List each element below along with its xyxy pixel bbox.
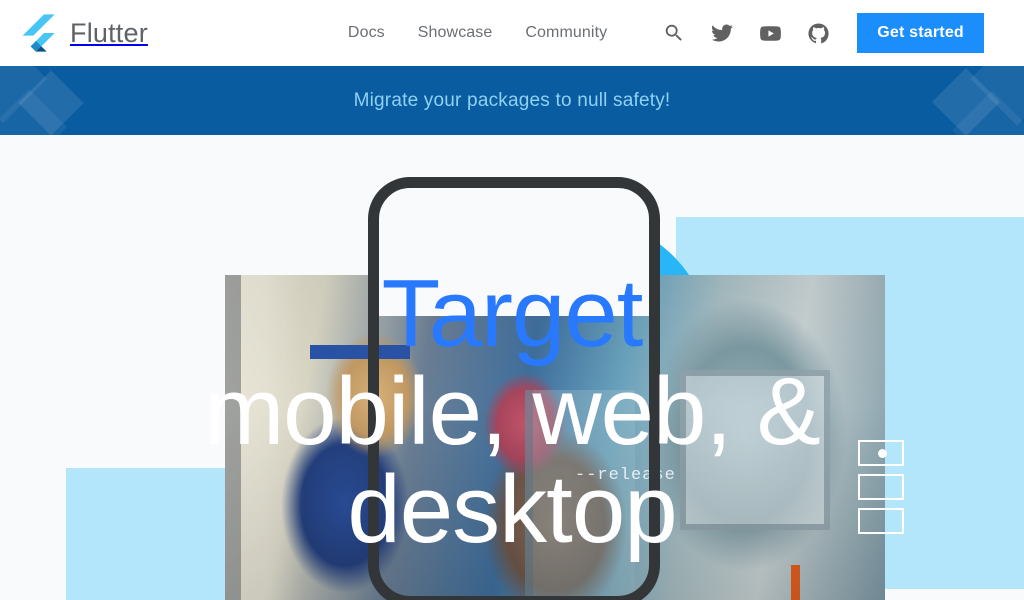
hero-ui-box-dot [878, 449, 887, 458]
get-started-button[interactable]: Get started [857, 13, 984, 53]
site-header: Flutter Docs Showcase Community Get star… [0, 0, 1024, 66]
hero-section: --release Target mobile, web, & desktop [0, 135, 1024, 600]
nav-item-docs[interactable]: Docs [348, 24, 385, 42]
hero-ui-box-3 [858, 508, 904, 534]
flutter-logo-icon [20, 13, 60, 53]
banner-link[interactable]: Migrate your packages to null safety! [354, 90, 671, 112]
header-icon-group [661, 20, 831, 46]
primary-nav: Docs Showcase Community [348, 24, 607, 42]
announcement-banner[interactable]: Migrate your packages to null safety! [0, 66, 1024, 135]
nav-item-showcase[interactable]: Showcase [418, 24, 493, 42]
youtube-icon[interactable] [757, 20, 783, 46]
hero-ui-box-2 [858, 474, 904, 500]
hero-ui-box-1 [858, 440, 904, 466]
github-icon[interactable] [805, 20, 831, 46]
hero-photo-window [680, 370, 830, 530]
hero-ui-boxes [858, 440, 904, 542]
brand-name: Flutter [70, 17, 148, 48]
nav-item-community[interactable]: Community [525, 24, 607, 42]
hero-photo-accent [791, 565, 800, 600]
search-icon[interactable] [661, 20, 687, 46]
brand-home-link[interactable]: Flutter [20, 13, 148, 53]
twitter-icon[interactable] [709, 20, 735, 46]
hero-photo-edge [225, 275, 241, 600]
phone-mockup-frame [368, 177, 660, 600]
